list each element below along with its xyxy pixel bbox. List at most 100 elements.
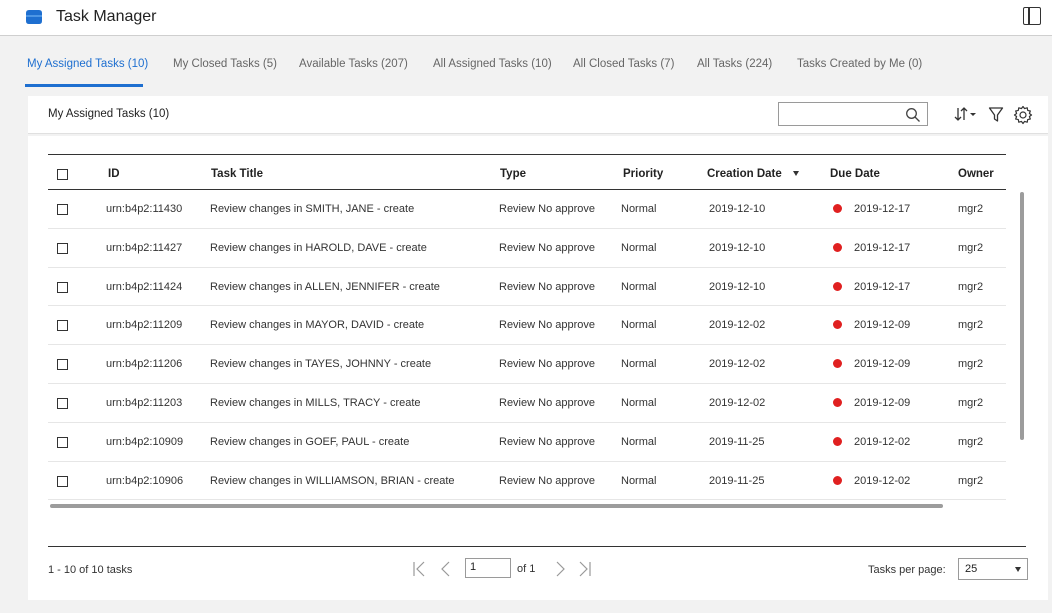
task-title[interactable]: Review changes in TAYES, JOHNNY - create [210,358,431,370]
task-due-date-cell: 2019-12-17 [833,203,910,215]
column-header-due-date[interactable]: Due Date [830,168,880,180]
footer-divider [48,546,1026,547]
tasks-per-page-select[interactable]: 25 [958,558,1028,580]
task-owner: mgr2 [958,241,984,254]
table-row[interactable]: urn:b4p2:11430 Review changes in SMITH, J… [48,190,1006,229]
sort-icon[interactable] [954,105,978,125]
table-row[interactable]: urn:b4p2:11209 Review changes in MAYOR, D… [48,306,1006,346]
next-page-icon[interactable] [551,560,569,578]
horizontal-scrollbar[interactable] [50,504,943,508]
title-bar: Task Manager [0,0,1052,36]
task-count-summary: 1 - 10 of 10 tasks [48,564,133,576]
task-title[interactable]: Review changes in MILLS, TRACY - create [210,397,421,409]
task-id[interactable]: urn:b4p2:10909 [106,436,183,448]
row-checkbox[interactable] [57,436,68,448]
task-due-date: 2019-12-09 [854,358,911,371]
table-row[interactable]: urn:b4p2:11206 Review changes in TAYES, J… [48,345,1006,384]
tab-all-assigned-tasks[interactable]: All Assigned Tasks (10) [433,58,552,70]
task-creation-date: 2019-11-25 [709,435,765,448]
tab-tasks-created-by-me[interactable]: Tasks Created by Me (0) [797,58,922,70]
search-icon[interactable] [905,107,921,123]
app-icon [26,10,42,24]
list-title: My Assigned Tasks (10) [48,108,170,120]
prev-page-icon[interactable] [437,560,455,578]
table-row[interactable]: urn:b4p2:10906 Review changes in WILLIAMS… [48,462,1006,501]
column-header-id[interactable]: ID [108,168,120,180]
task-id[interactable]: urn:b4p2:11424 [106,281,182,293]
tab-available-tasks[interactable]: Available Tasks (207) [299,58,408,70]
task-title[interactable]: Review changes in SMITH, JANE - create [210,203,414,215]
chevron-down-icon [1015,567,1021,572]
column-header-type[interactable]: Type [500,168,526,180]
last-page-icon[interactable] [575,560,593,578]
task-id[interactable]: urn:b4p2:11209 [106,319,182,331]
task-id[interactable]: urn:b4p2:11430 [106,203,182,215]
row-checkbox[interactable] [57,359,68,371]
panel-toggle-icon[interactable] [1023,7,1041,25]
task-creation-date: 2019-12-02 [709,358,766,371]
row-checkbox[interactable] [57,398,68,409]
first-page-icon[interactable] [411,560,429,578]
task-title[interactable]: Review changes in ALLEN, JENNIFER - crea… [210,281,440,293]
tab-my-closed-tasks[interactable]: My Closed Tasks (5) [173,58,277,70]
sort-descending-icon [792,171,799,176]
task-priority: Normal [621,319,657,332]
table-row[interactable]: urn:b4p2:11424 Review changes in ALLEN, J… [48,268,1006,307]
task-type: Review No approve [499,319,595,332]
task-id[interactable]: urn:b4p2:11203 [106,397,182,409]
task-tabs: My Assigned Tasks (10) My Closed Tasks (… [0,36,1052,91]
task-owner: mgr2 [958,474,984,487]
task-id[interactable]: urn:b4p2:10906 [106,475,183,487]
task-priority: Normal [621,280,657,293]
task-owner: mgr2 [958,358,984,371]
task-title[interactable]: Review changes in WILLIAMSON, BRIAN - cr… [210,475,455,487]
page-count-label: of 1 [517,563,536,575]
task-due-date-cell: 2019-12-09 [833,358,910,370]
column-header-owner[interactable]: Owner [958,168,994,180]
row-checkbox[interactable] [57,475,68,487]
task-title[interactable]: Review changes in MAYOR, DAVID - create [210,319,424,331]
task-owner: mgr2 [958,397,984,409]
page-number-input[interactable]: 1 [465,558,511,578]
overdue-indicator-icon [833,242,842,252]
task-due-date-cell: 2019-12-17 [833,242,910,254]
search-input[interactable] [778,102,928,126]
task-priority: Normal [621,241,657,254]
task-list-panel: ID Task Title Type Priority Creation Dat… [28,136,1048,600]
overdue-indicator-icon [833,281,842,291]
column-header-priority[interactable]: Priority [623,168,663,180]
task-owner: mgr2 [958,280,984,293]
task-type: Review No approve [499,280,595,293]
table-row[interactable]: urn:b4p2:10909 Review changes in GOEF, PA… [48,423,1006,462]
vertical-scrollbar[interactable] [1020,192,1024,440]
task-due-date-cell: 2019-12-09 [833,397,910,409]
task-priority: Normal [621,358,657,371]
task-title[interactable]: Review changes in HAROLD, DAVE - create [210,242,427,254]
overdue-indicator-icon [833,320,842,330]
select-all-checkbox[interactable] [57,169,68,180]
task-priority: Normal [621,474,657,487]
overdue-indicator-icon [833,398,842,407]
tab-all-tasks[interactable]: All Tasks (224) [697,58,772,70]
tab-my-assigned-tasks[interactable]: My Assigned Tasks (10) [27,58,148,70]
tab-all-closed-tasks[interactable]: All Closed Tasks (7) [573,58,674,70]
overdue-indicator-icon [833,204,842,213]
task-owner: mgr2 [958,203,984,215]
table-row[interactable]: urn:b4p2:11203 Review changes in MILLS, T… [48,384,1006,423]
row-checkbox[interactable] [57,204,68,215]
task-type: Review No approve [499,397,595,409]
settings-icon[interactable] [1013,105,1033,125]
row-checkbox[interactable] [57,320,68,332]
task-type: Review No approve [499,474,595,487]
task-priority: Normal [621,397,657,409]
row-checkbox[interactable] [57,242,68,254]
task-id[interactable]: urn:b4p2:11206 [106,358,182,370]
row-checkbox[interactable] [57,281,68,293]
task-id[interactable]: urn:b4p2:11427 [106,242,182,254]
table-row[interactable]: urn:b4p2:11427 Review changes in HAROLD, … [48,229,1006,268]
task-title[interactable]: Review changes in GOEF, PAUL - create [210,436,409,448]
column-header-creation-date[interactable]: Creation Date [707,168,799,180]
filter-icon[interactable] [988,105,1004,125]
column-header-task-title[interactable]: Task Title [211,168,263,180]
list-header: My Assigned Tasks (10) [28,96,1048,134]
